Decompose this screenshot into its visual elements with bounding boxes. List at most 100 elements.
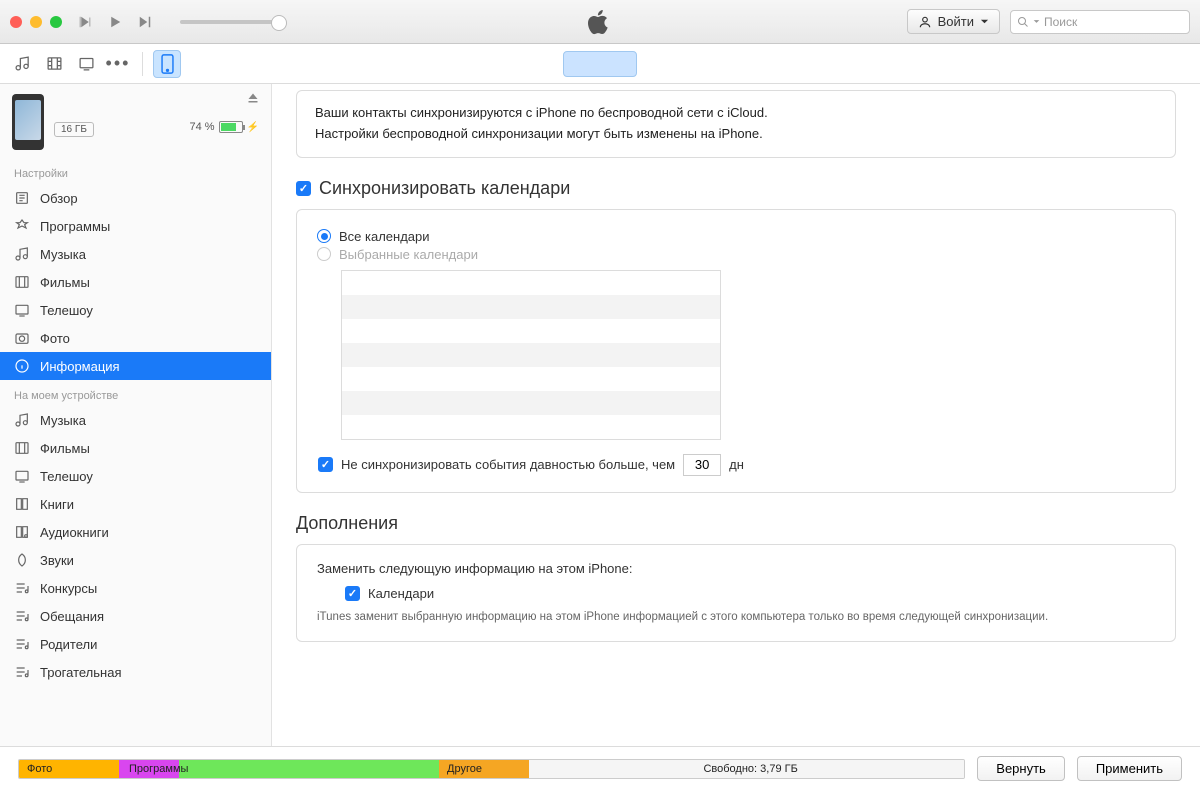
minimize-window-icon[interactable] [30, 16, 42, 28]
battery-icon [219, 121, 243, 133]
device-tab-icon[interactable] [153, 50, 181, 78]
sidebar-item-playlist-3[interactable]: Родители [0, 630, 271, 658]
sidebar-item-label: Родители [40, 637, 97, 652]
sidebar-item-label: Телешоу [40, 303, 93, 318]
content-area: Ваши контакты синхронизируются с iPhone … [272, 84, 1200, 746]
button-label: Применить [1096, 761, 1163, 776]
seg-label: Свободно: 3,79 ГБ [703, 763, 797, 775]
sidebar-item-music[interactable]: Музыка [0, 240, 271, 268]
replace-note: iTunes заменит выбранную информацию на э… [317, 609, 1155, 626]
storage-badge: 16 ГБ [54, 122, 94, 137]
device-thumbnail-icon [12, 94, 44, 150]
seg-label: Другое [447, 763, 482, 775]
login-label: Войти [938, 14, 974, 29]
tv-tab-icon[interactable] [72, 50, 100, 78]
sidebar-item-label: Фильмы [40, 441, 90, 456]
apply-button[interactable]: Применить [1077, 756, 1182, 781]
sidebar-section-settings: Настройки [0, 158, 271, 184]
sidebar-item-label: Книги [40, 497, 74, 512]
storage-seg-photo: Фото [19, 760, 119, 778]
revert-button[interactable]: Вернуть [977, 756, 1065, 781]
radio-all-calendars[interactable]: Все календари [317, 229, 1155, 244]
sync-limit-row: Не синхронизировать события давностью бо… [318, 454, 1155, 476]
sidebar-item-label: Обзор [40, 191, 78, 206]
login-button[interactable]: Войти [907, 9, 1000, 34]
movies-tab-icon[interactable] [40, 50, 68, 78]
play-icon[interactable] [106, 13, 124, 31]
search-input[interactable]: Поиск [1010, 10, 1190, 34]
sidebar-item-music-ondevice[interactable]: Музыка [0, 406, 271, 434]
sidebar-item-label: Музыка [40, 413, 86, 428]
replace-info-label: Заменить следующую информацию на этом iP… [317, 561, 1155, 576]
seg-label: Фото [27, 763, 52, 775]
seg-label: Программы [129, 763, 188, 775]
sync-calendars-checkbox[interactable] [296, 181, 311, 196]
charging-icon: ⚡ [247, 122, 259, 133]
sidebar-item-info[interactable]: Информация [0, 352, 271, 380]
storage-seg-apps: Программы [179, 760, 439, 778]
eject-icon[interactable] [247, 92, 259, 104]
sidebar-item-label: Телешоу [40, 469, 93, 484]
sidebar-item-tones[interactable]: Звуки [0, 546, 271, 574]
sidebar-item-tvshows-ondevice[interactable]: Телешоу [0, 462, 271, 490]
sync-limit-label: Не синхронизировать события давностью бо… [341, 457, 675, 472]
sidebar-item-apps[interactable]: Программы [0, 212, 271, 240]
sidebar-item-label: Трогательная [40, 665, 122, 680]
sidebar-item-label: Программы [40, 219, 110, 234]
sidebar-item-playlist-4[interactable]: Трогательная [0, 658, 271, 686]
storage-bar: Фото Программы Другое Свободно: 3,79 ГБ [18, 759, 965, 779]
sidebar-item-books[interactable]: Книги [0, 490, 271, 518]
chevron-down-icon [1033, 18, 1040, 25]
sidebar-section-device: На моем устройстве [0, 380, 271, 406]
icloud-info-box: Ваши контакты синхронизируются с iPhone … [296, 90, 1176, 158]
chevron-down-icon [980, 17, 989, 26]
extras-panel: Заменить следующую информацию на этом iP… [296, 544, 1176, 643]
person-icon [918, 15, 932, 29]
sidebar-item-playlist-1[interactable]: Конкурсы [0, 574, 271, 602]
next-icon[interactable] [136, 13, 154, 31]
sidebar-item-movies[interactable]: Фильмы [0, 268, 271, 296]
radio-icon [317, 247, 331, 261]
replace-calendars-label: Календари [368, 586, 434, 601]
storage-seg-other: Другое [439, 760, 529, 778]
sidebar-item-tvshows[interactable]: Телешоу [0, 296, 271, 324]
sidebar-item-label: Аудиокниги [40, 525, 109, 540]
battery-percent: 74 % [189, 121, 214, 133]
sidebar-item-movies-ondevice[interactable]: Фильмы [0, 434, 271, 462]
center-nav-pill[interactable] [563, 51, 637, 77]
sidebar-item-label: Фильмы [40, 275, 90, 290]
radio-label: Все календари [339, 229, 430, 244]
sidebar-item-photos[interactable]: Фото [0, 324, 271, 352]
search-icon [1017, 16, 1029, 28]
previous-icon[interactable] [76, 13, 94, 31]
replace-calendars-row: Календари [345, 586, 1155, 601]
music-tab-icon[interactable] [8, 50, 36, 78]
fullscreen-window-icon[interactable] [50, 16, 62, 28]
radio-label: Выбранные календари [339, 247, 478, 262]
footer: Фото Программы Другое Свободно: 3,79 ГБ … [0, 746, 1200, 790]
playback-controls [76, 13, 280, 31]
sidebar-item-label: Звуки [40, 553, 74, 568]
calendar-list [341, 270, 721, 440]
sync-calendars-panel: Все календари Выбранные календари Не син… [296, 209, 1176, 493]
extras-header: Дополнения [296, 513, 1176, 534]
sync-limit-checkbox[interactable] [318, 457, 333, 472]
sidebar-item-playlist-2[interactable]: Обещания [0, 602, 271, 630]
sync-limit-input[interactable] [683, 454, 721, 476]
section-title: Синхронизировать календари [319, 178, 570, 199]
info-text: Настройки беспроводной синхронизации мог… [315, 124, 1157, 145]
sidebar-item-summary[interactable]: Обзор [0, 184, 271, 212]
more-tab-icon[interactable]: ••• [104, 50, 132, 78]
close-window-icon[interactable] [10, 16, 22, 28]
sidebar-item-label: Конкурсы [40, 581, 97, 596]
sidebar-item-audiobooks[interactable]: Аудиокниги [0, 518, 271, 546]
volume-slider[interactable] [180, 20, 280, 24]
sidebar: 16 ГБ 74 % ⚡ Настройки Обзор Программы М… [0, 84, 272, 746]
replace-calendars-checkbox[interactable] [345, 586, 360, 601]
sidebar-item-label: Фото [40, 331, 70, 346]
divider [142, 52, 143, 76]
sidebar-item-label: Обещания [40, 609, 104, 624]
radio-selected-calendars[interactable]: Выбранные календари [317, 247, 1155, 262]
sidebar-item-label: Информация [40, 359, 120, 374]
sidebar-item-label: Музыка [40, 247, 86, 262]
